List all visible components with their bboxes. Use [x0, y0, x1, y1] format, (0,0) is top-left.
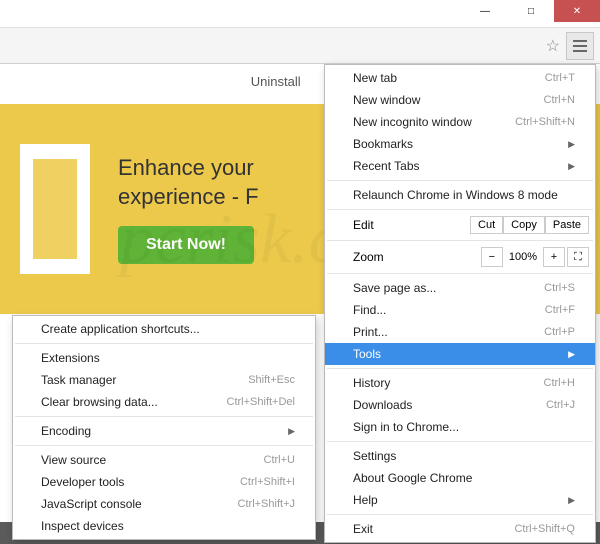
menu-new-tab[interactable]: New tabCtrl+T	[325, 67, 595, 89]
bookmark-star-icon[interactable]: ☆	[546, 36, 560, 56]
window-close-button[interactable]: ✕	[554, 0, 600, 22]
menu-separator	[327, 209, 593, 210]
submenu-developer-tools[interactable]: Developer toolsCtrl+Shift+I	[13, 471, 315, 493]
menu-separator	[327, 514, 593, 515]
submenu-encoding[interactable]: Encoding▶	[13, 420, 315, 442]
menu-zoom-row: Zoom − 100% + ⛶	[325, 244, 595, 270]
menu-new-incognito[interactable]: New incognito windowCtrl+Shift+N	[325, 111, 595, 133]
nav-uninstall[interactable]: Uninstall	[251, 74, 301, 104]
menu-separator	[15, 343, 313, 344]
chrome-menu-button[interactable]	[566, 32, 594, 60]
menu-print[interactable]: Print...Ctrl+P	[325, 321, 595, 343]
browser-toolbar: ☆	[0, 28, 600, 64]
menu-edit-row: Edit Cut Copy Paste	[325, 213, 595, 237]
submenu-task-manager[interactable]: Task managerShift+Esc	[13, 369, 315, 391]
hero-heading-1: Enhance your	[118, 154, 259, 183]
menu-sign-in[interactable]: Sign in to Chrome...	[325, 416, 595, 438]
menu-find[interactable]: Find...Ctrl+F	[325, 299, 595, 321]
edit-cut-button[interactable]: Cut	[470, 216, 503, 234]
submenu-view-source[interactable]: View sourceCtrl+U	[13, 449, 315, 471]
chevron-right-icon: ▶	[568, 139, 575, 150]
menu-about-chrome[interactable]: About Google Chrome	[325, 467, 595, 489]
zoom-value: 100%	[505, 251, 541, 263]
chevron-right-icon: ▶	[288, 426, 295, 437]
chevron-right-icon: ▶	[568, 161, 575, 172]
menu-relaunch-win8[interactable]: Relaunch Chrome in Windows 8 mode	[325, 184, 595, 206]
menu-save-page-as[interactable]: Save page as...Ctrl+S	[325, 277, 595, 299]
hero-image-frame	[20, 144, 90, 274]
zoom-in-button[interactable]: +	[543, 247, 565, 267]
menu-settings[interactable]: Settings	[325, 445, 595, 467]
chevron-right-icon: ▶	[568, 349, 575, 360]
window-titlebar: — □ ✕	[0, 0, 600, 28]
menu-separator	[327, 441, 593, 442]
menu-new-window[interactable]: New windowCtrl+N	[325, 89, 595, 111]
menu-separator	[327, 368, 593, 369]
edit-paste-button[interactable]: Paste	[545, 216, 589, 234]
submenu-clear-browsing-data[interactable]: Clear browsing data...Ctrl+Shift+Del	[13, 391, 315, 413]
chrome-main-menu: New tabCtrl+T New windowCtrl+N New incog…	[324, 64, 596, 543]
fullscreen-button[interactable]: ⛶	[567, 247, 589, 267]
window-minimize-button[interactable]: —	[462, 0, 508, 22]
menu-separator	[327, 240, 593, 241]
chevron-right-icon: ▶	[568, 495, 575, 506]
hero-heading-2: experience - F	[118, 183, 259, 212]
window-maximize-button[interactable]: □	[508, 0, 554, 22]
tools-submenu: Create application shortcuts... Extensio…	[12, 315, 316, 540]
submenu-create-shortcuts[interactable]: Create application shortcuts...	[13, 318, 315, 340]
menu-separator	[327, 273, 593, 274]
menu-separator	[15, 445, 313, 446]
menu-exit[interactable]: ExitCtrl+Shift+Q	[325, 518, 595, 540]
menu-tools[interactable]: Tools▶	[325, 343, 595, 365]
zoom-out-button[interactable]: −	[481, 247, 503, 267]
menu-recent-tabs[interactable]: Recent Tabs▶	[325, 155, 595, 177]
menu-downloads[interactable]: DownloadsCtrl+J	[325, 394, 595, 416]
submenu-extensions[interactable]: Extensions	[13, 347, 315, 369]
menu-help[interactable]: Help▶	[325, 489, 595, 511]
menu-bookmarks[interactable]: Bookmarks▶	[325, 133, 595, 155]
menu-history[interactable]: HistoryCtrl+H	[325, 372, 595, 394]
submenu-javascript-console[interactable]: JavaScript consoleCtrl+Shift+J	[13, 493, 315, 515]
submenu-inspect-devices[interactable]: Inspect devices	[13, 515, 315, 537]
menu-separator	[327, 180, 593, 181]
start-now-button[interactable]: Start Now!	[118, 226, 254, 264]
menu-separator	[15, 416, 313, 417]
edit-copy-button[interactable]: Copy	[503, 216, 545, 234]
